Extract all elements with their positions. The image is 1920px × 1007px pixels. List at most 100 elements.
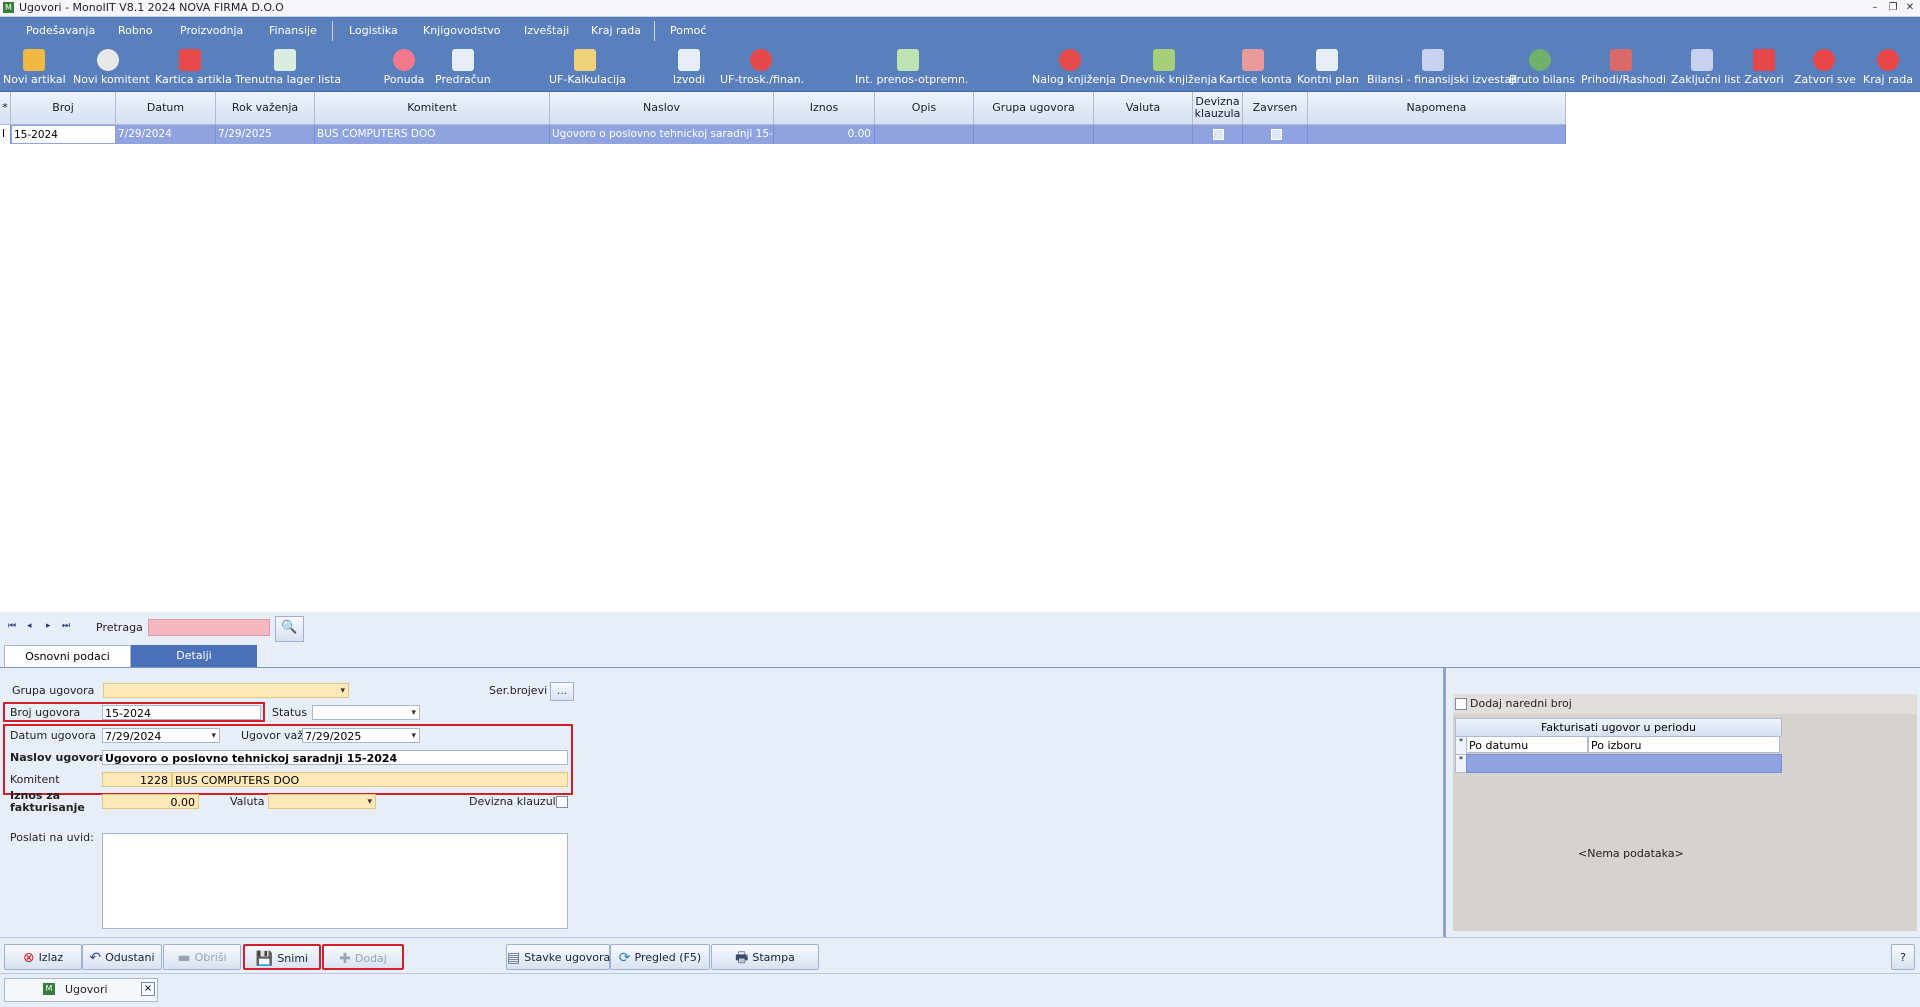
novi-komitent-button[interactable]: Novi komitent <box>73 45 150 91</box>
cell-iznos[interactable]: 0.00 <box>774 125 875 144</box>
kartice-konta-button[interactable]: Kartice konta <box>1219 45 1292 91</box>
doc-tab-ugovori[interactable]: M Ugovori × <box>4 978 158 1002</box>
first-record-icon[interactable]: ⏮ <box>8 621 16 631</box>
splitter[interactable] <box>1443 668 1446 938</box>
cell-valuta[interactable] <box>1094 125 1193 144</box>
nalog-knjizenja-button[interactable]: Nalog knjiženja <box>1032 45 1116 91</box>
zavrsen-checkbox[interactable] <box>1270 128 1282 140</box>
poslati-textarea[interactable] <box>102 833 568 929</box>
cell-komitent[interactable]: BUS COMPUTERS DOO <box>315 125 550 144</box>
next-record-icon[interactable]: ▸ <box>46 621 51 631</box>
col-napomena[interactable]: Napomena <box>1308 92 1566 125</box>
col-broj[interactable]: Broj <box>11 92 116 125</box>
kraj-rada-button[interactable]: Kraj rada <box>1862 45 1914 91</box>
cell-grupa[interactable] <box>974 125 1094 144</box>
odustani-button[interactable]: ↶ Odustani <box>82 944 162 970</box>
prihodi-rashodi-button[interactable]: Prihodi/Rashodi <box>1581 45 1666 91</box>
menu-izvestaji[interactable]: Izveštaji <box>524 17 569 45</box>
cell-zavrsen[interactable] <box>1243 125 1308 144</box>
snimi-button[interactable]: 💾 Snimi <box>243 944 321 970</box>
zatvori-sve-button[interactable]: Zatvori sve <box>1794 45 1856 91</box>
menu-proizvodnja[interactable]: Proizvodnja <box>180 17 243 45</box>
col-rok[interactable]: Rok važenja <box>216 92 315 125</box>
dnevnik-knjizenja-button[interactable]: Dnevnik knjiženja <box>1120 45 1217 91</box>
iznos-input[interactable]: 0.00 <box>102 794 199 809</box>
add-icon: ✚ <box>339 951 351 967</box>
menu-kraj-rada[interactable]: Kraj rada <box>591 17 641 45</box>
doc-tab-close-icon[interactable]: × <box>141 982 155 996</box>
cell-broj[interactable]: 15-2024 <box>11 125 116 144</box>
stampa-button[interactable]: 🖶 Stampa <box>711 944 819 970</box>
fakt-col-po-datumu[interactable]: Po datumu <box>1466 736 1588 753</box>
close-window-icon[interactable]: ✕ <box>1903 1 1917 14</box>
cell-opis[interactable] <box>875 125 974 144</box>
help-button[interactable]: ? <box>1891 944 1915 970</box>
menu-pomoc[interactable]: Pomoć <box>670 17 706 45</box>
cell-napomena[interactable] <box>1308 125 1566 144</box>
vazi-input[interactable]: 7/29/2025 <box>302 728 420 744</box>
doc-tab-label: Ugovori <box>65 983 108 996</box>
komitent-id-input[interactable]: 1228 <box>102 772 172 787</box>
col-datum[interactable]: Datum <box>116 92 216 125</box>
cell-naslov[interactable]: Ugovoro o poslovno tehnickoj saradnji 15… <box>550 125 774 144</box>
menu-finansije[interactable]: Finansije <box>269 17 317 45</box>
broj-input[interactable]: 15-2024 <box>102 705 261 720</box>
col-komitent[interactable]: Komitent <box>315 92 550 125</box>
col-grupa[interactable]: Grupa ugovora <box>974 92 1094 125</box>
predracun-button[interactable]: Predračun <box>435 45 491 91</box>
status-select[interactable] <box>312 705 420 721</box>
last-record-icon[interactable]: ⏭ <box>62 621 70 631</box>
col-devizna[interactable]: Devizna klauzula <box>1193 92 1243 125</box>
menu-logistika[interactable]: Logistika <box>349 17 398 45</box>
col-naslov[interactable]: Naslov <box>550 92 774 125</box>
col-opis[interactable]: Opis <box>875 92 974 125</box>
lager-lista-button[interactable]: Trenutna lager lista <box>235 45 341 91</box>
uf-kalkulacija-button[interactable]: UF-Kalkulacija <box>549 45 626 91</box>
fakt-new-row[interactable] <box>1466 754 1782 773</box>
fakt-col-po-izboru[interactable]: Po izboru <box>1588 736 1780 753</box>
cell-rok[interactable]: 7/29/2025 <box>216 125 315 144</box>
naslov-input[interactable]: Ugovoro o poslovno tehnickoj saradnji 15… <box>102 750 568 765</box>
zatvori-button[interactable]: Zatvori <box>1741 45 1787 91</box>
menu-bar: Podešavanja Robno Proizvodnja Finansije … <box>0 17 1920 45</box>
bilansi-button[interactable]: Bilansi - finansijski izvestaji <box>1367 45 1517 91</box>
cell-datum[interactable]: 7/29/2024 <box>116 125 216 144</box>
obrisi-button[interactable]: ▬ Obriši <box>163 944 241 970</box>
izvodi-button[interactable]: Izvodi <box>669 45 709 91</box>
col-zavrsen[interactable]: Zavrsen <box>1243 92 1308 125</box>
col-iznos[interactable]: Iznos <box>774 92 875 125</box>
prev-record-icon[interactable]: ◂ <box>27 621 32 631</box>
devizna-klauzula-checkbox[interactable] <box>556 796 568 808</box>
cell-devizna[interactable] <box>1193 125 1243 144</box>
restore-icon[interactable]: ❐ <box>1886 1 1900 14</box>
menu-robno[interactable]: Robno <box>118 17 153 45</box>
grupa-select[interactable] <box>103 683 349 699</box>
dodaj-naredni-checkbox[interactable] <box>1455 698 1467 710</box>
ponuda-button[interactable]: Ponuda <box>381 45 427 91</box>
novi-artikal-button[interactable]: Novi artikal <box>3 45 66 91</box>
stavke-ugovora-button[interactable]: ▤ Stavke ugovora <box>506 944 610 970</box>
search-input[interactable] <box>148 619 270 636</box>
minimize-icon[interactable]: – <box>1868 1 1882 14</box>
search-icon[interactable]: 🔍 <box>275 616 304 642</box>
datum-input[interactable]: 7/29/2024 <box>102 728 220 744</box>
menu-podesavanja[interactable]: Podešavanja <box>26 17 95 45</box>
dodaj-button[interactable]: ✚ Dodaj <box>322 944 404 970</box>
ser-brojevi-button[interactable]: ... <box>550 682 574 701</box>
int-prenos-button[interactable]: Int. prenos-otpremn. <box>855 45 968 91</box>
valuta-select[interactable] <box>268 794 376 810</box>
kontni-plan-button[interactable]: Kontni plan <box>1297 45 1359 91</box>
izlaz-button[interactable]: ⊗ Izlaz <box>4 944 82 970</box>
col-valuta[interactable]: Valuta <box>1094 92 1193 125</box>
menu-knjigovodstvo[interactable]: Knjigovodstvo <box>423 17 501 45</box>
uf-trosk-button[interactable]: UF-trosk./finan. <box>720 45 804 91</box>
devizna-checkbox[interactable] <box>1213 128 1224 140</box>
tab-detalji[interactable]: Detalji <box>131 645 257 667</box>
komitent-name-input[interactable]: BUS COMPUTERS DOO <box>172 772 568 787</box>
zakljucni-list-button[interactable]: Zaključni list <box>1671 45 1740 91</box>
row-indicator[interactable]: I <box>0 125 11 144</box>
bruto-bilans-button[interactable]: Bruto bilans <box>1509 45 1575 91</box>
tab-osnovni-podaci[interactable]: Osnovni podaci <box>4 645 131 668</box>
pregled-button[interactable]: ⟳ Pregled (F5) <box>610 944 710 970</box>
kartica-artikla-button[interactable]: Kartica artikla <box>155 45 232 91</box>
